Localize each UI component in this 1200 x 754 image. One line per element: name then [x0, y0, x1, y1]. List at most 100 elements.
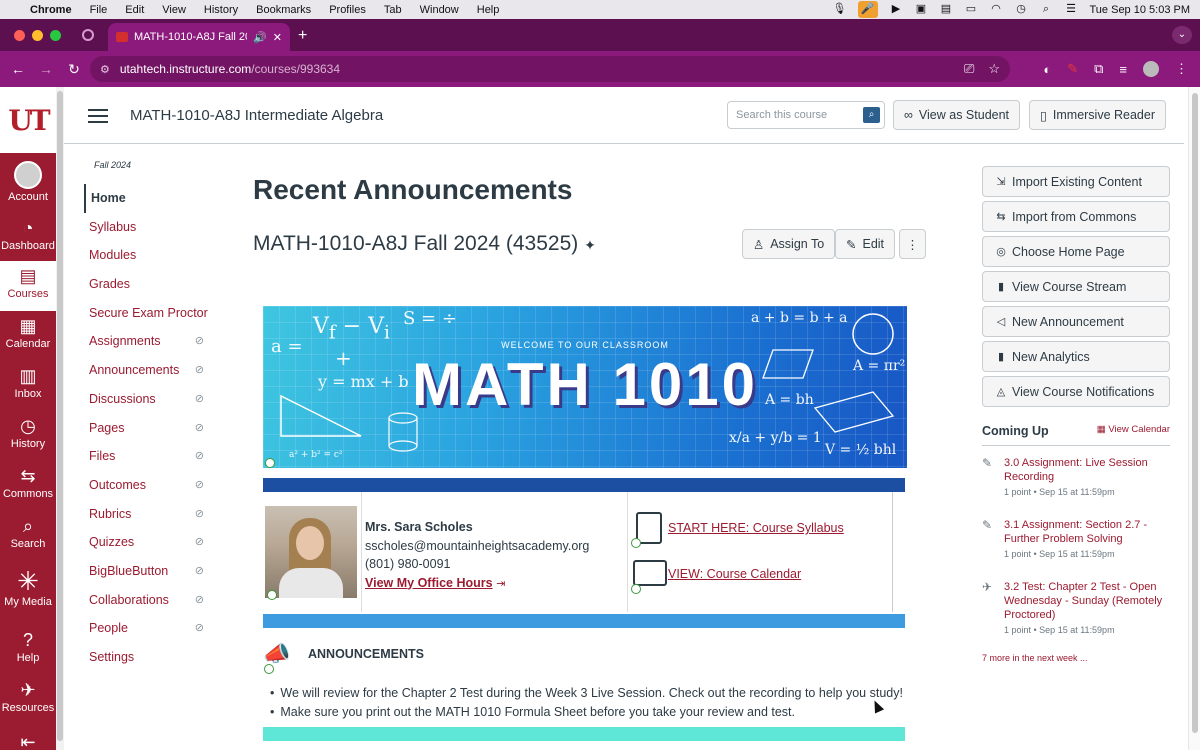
search-icon[interactable]: ⌕ [863, 107, 880, 123]
global-nav-inbox[interactable]: ▥ Inbox [0, 361, 56, 411]
course-nav-settings[interactable]: Settings [84, 643, 214, 672]
more-todos-link[interactable]: 7 more in the next week ... [982, 653, 1088, 663]
global-nav-calendar[interactable]: ▦ Calendar [0, 311, 56, 361]
choose-home-page-button[interactable]: ◎ Choose Home Page [982, 236, 1170, 267]
play-icon[interactable]: ▶ [890, 4, 903, 15]
close-tab-icon[interactable]: ✕ [273, 31, 282, 44]
todo-title[interactable]: 3.0 Assignment: Live Session Recording [1004, 456, 1170, 484]
menu-tab[interactable]: Tab [384, 4, 402, 16]
microphone-icon[interactable]: 🎙 [833, 4, 847, 15]
window-icon[interactable]: ▤ [940, 4, 953, 15]
global-nav-history[interactable]: ◷ History [0, 411, 56, 461]
nav-scrollbar[interactable] [56, 87, 64, 750]
course-search-input[interactable]: Search this course ⌕ [727, 101, 885, 129]
course-nav-rubrics[interactable]: Rubrics ⊘ [84, 500, 214, 529]
pen-extension-icon[interactable]: ✎ [1067, 61, 1078, 77]
chrome-menu-icon[interactable]: ⋮ [1175, 61, 1188, 77]
profile-avatar-icon[interactable] [1143, 61, 1159, 77]
tab-search-button[interactable]: ⌄ [1172, 26, 1192, 44]
course-nav-secure-exam-proctor[interactable]: Secure Exam Proctor [84, 299, 214, 328]
course-nav-people[interactable]: People ⊘ [84, 614, 214, 643]
new-analytics-button[interactable]: ▮ New Analytics [982, 341, 1170, 372]
edit-button[interactable]: ✎ Edit [835, 229, 896, 259]
global-nav-account[interactable]: Account [0, 157, 56, 207]
menu-chrome[interactable]: Chrome [30, 4, 72, 16]
menu-window[interactable]: Window [420, 4, 459, 16]
menu-edit[interactable]: Edit [125, 4, 144, 16]
new-announcement-button[interactable]: ◁ New Announcement [982, 306, 1170, 337]
menu-history[interactable]: History [204, 4, 238, 16]
course-nav-pages[interactable]: Pages ⊘ [84, 414, 214, 443]
list-item[interactable]: ✎ 3.1 Assignment: Section 2.7 - Further … [982, 518, 1170, 559]
course-nav-bigbluebutton[interactable]: BigBlueButton ⊘ [84, 557, 214, 586]
reload-icon[interactable]: ↻ [60, 61, 88, 78]
back-icon[interactable]: ← [4, 61, 32, 77]
speaker-icon[interactable]: 🔊 [253, 31, 267, 44]
global-nav-courses[interactable]: ▤ Courses [0, 261, 56, 311]
course-nav-files[interactable]: Files ⊘ [84, 442, 214, 471]
todo-title[interactable]: 3.1 Assignment: Section 2.7 - Further Pr… [1004, 518, 1170, 546]
course-nav-collaborations[interactable]: Collaborations ⊘ [84, 586, 214, 615]
course-nav-grades[interactable]: Grades [84, 270, 214, 299]
battery-icon[interactable]: ▭ [965, 4, 978, 15]
bookmark-star-icon[interactable]: ☆ [988, 61, 1000, 77]
course-nav-outcomes[interactable]: Outcomes ⊘ [84, 471, 214, 500]
menu-bookmarks[interactable]: Bookmarks [256, 4, 311, 16]
list-item[interactable]: ✈ 3.2 Test: Chapter 2 Test - Open Wednes… [982, 580, 1170, 635]
zoom-window-button[interactable] [50, 30, 61, 41]
breadcrumb[interactable]: MATH-1010-A8J Intermediate Algebra [130, 107, 383, 124]
extension-icon[interactable]: ◐ [1043, 62, 1051, 77]
syllabus-link[interactable]: START HERE: Course Syllabus [668, 521, 844, 535]
cast-icon[interactable]: ⎚ [964, 61, 974, 77]
wifi-icon[interactable]: ◠ [990, 4, 1003, 15]
site-info-icon[interactable]: ⚙ [100, 63, 110, 76]
page-scrollbar[interactable] [1188, 87, 1200, 750]
minimize-window-button[interactable] [32, 30, 43, 41]
address-bar[interactable]: ⚙ utahtech.instructure.com/courses/99363… [90, 56, 1010, 82]
global-nav-help[interactable]: ? Help [0, 625, 56, 675]
voice-control-icon[interactable]: 🎤 [857, 1, 878, 18]
course-nav-announcements[interactable]: Announcements ⊘ [84, 356, 214, 385]
course-nav-home[interactable]: Home [84, 184, 214, 213]
close-window-button[interactable] [14, 30, 25, 41]
global-nav-resources[interactable]: ✈ Resources [0, 675, 56, 725]
todo-title[interactable]: 3.2 Test: Chapter 2 Test - Open Wednesda… [1004, 580, 1170, 622]
time-machine-icon[interactable]: ◷ [1015, 4, 1028, 15]
course-nav-quizzes[interactable]: Quizzes ⊘ [84, 528, 214, 557]
reading-list-icon[interactable]: ≡ [1119, 62, 1127, 77]
screenshot-icon[interactable]: ▣ [915, 4, 928, 15]
control-center-icon[interactable]: ☰ [1065, 4, 1078, 15]
global-nav-dashboard[interactable]: ◔ Dashboard [0, 213, 56, 263]
course-nav-discussions[interactable]: Discussions ⊘ [84, 385, 214, 414]
menu-file[interactable]: File [90, 4, 108, 16]
menu-help[interactable]: Help [477, 4, 500, 16]
calendar-link[interactable]: VIEW: Course Calendar [668, 567, 801, 581]
view-course-notifications-button[interactable]: ◬ View Course Notifications [982, 376, 1170, 407]
import-existing-content-button[interactable]: ⇲ Import Existing Content [982, 166, 1170, 197]
browser-tab-active[interactable]: MATH-1010-A8J Fall 2024 🔊 ✕ [108, 23, 290, 51]
global-nav-commons[interactable]: ⇆ Commons [0, 461, 56, 511]
menu-profiles[interactable]: Profiles [329, 4, 366, 16]
more-options-button[interactable]: ⋮ [899, 229, 926, 259]
menu-view[interactable]: View [162, 4, 186, 16]
institution-logo[interactable]: UT [0, 87, 56, 153]
global-nav-search[interactable]: ⌕ Search [0, 511, 56, 561]
forward-icon[interactable]: → [32, 61, 60, 77]
import-from-commons-button[interactable]: ⇆ Import from Commons [982, 201, 1170, 232]
spotlight-icon[interactable]: ⌕ [1040, 4, 1053, 15]
global-nav-my-media[interactable]: ✳ My Media [0, 563, 56, 619]
assign-to-button[interactable]: ♙ Assign To [742, 229, 836, 259]
hamburger-menu-icon[interactable] [88, 109, 108, 123]
puzzle-icon[interactable]: ⧉ [1094, 61, 1103, 77]
view-as-student-button[interactable]: ∞ View as Student [893, 100, 1021, 130]
menu-clock[interactable]: Tue Sep 10 5:03 PM [1090, 4, 1191, 16]
course-nav-modules[interactable]: Modules [84, 241, 214, 270]
list-item[interactable]: ✎ 3.0 Assignment: Live Session Recording… [982, 456, 1170, 497]
office-hours-link[interactable]: View My Office Hours [365, 576, 493, 590]
view-course-stream-button[interactable]: ▮ View Course Stream [982, 271, 1170, 302]
course-nav-syllabus[interactable]: Syllabus [84, 213, 214, 242]
immersive-reader-button[interactable]: ▯ Immersive Reader [1029, 100, 1167, 130]
course-nav-assignments[interactable]: Assignments ⊘ [84, 327, 214, 356]
view-calendar-link[interactable]: ▦ View Calendar [1097, 424, 1170, 435]
new-tab-button[interactable]: + [298, 27, 307, 45]
